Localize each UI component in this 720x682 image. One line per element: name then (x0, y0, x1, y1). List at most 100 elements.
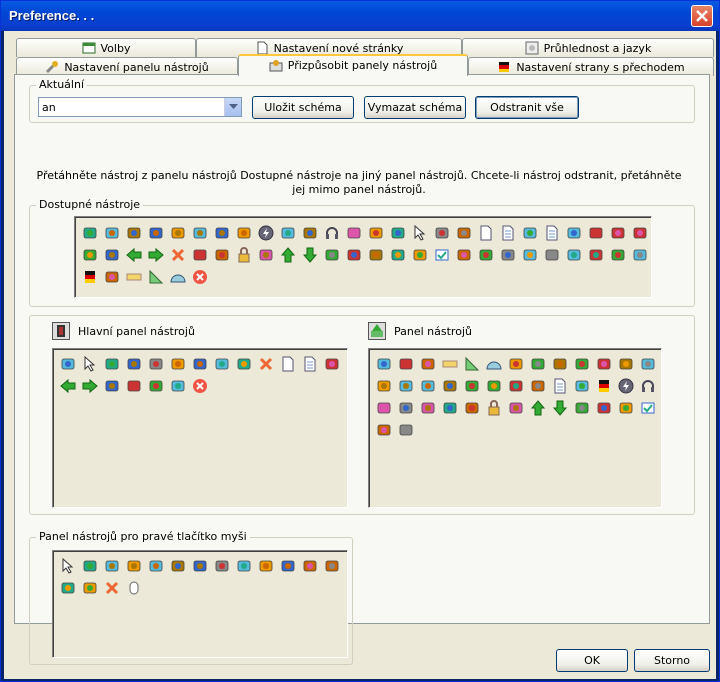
cut-paste-icon[interactable] (593, 353, 615, 375)
floppy-icon[interactable] (123, 375, 145, 397)
calendar-icon[interactable] (541, 244, 563, 266)
context-toolbar-box[interactable] (52, 550, 348, 658)
shapes-icon[interactable] (167, 353, 189, 375)
save-disk-icon[interactable] (343, 222, 365, 244)
calendar-icon[interactable] (395, 419, 417, 441)
compass-icon[interactable] (365, 222, 387, 244)
image-icon[interactable] (255, 244, 277, 266)
cut-save-icon[interactable] (497, 244, 519, 266)
flash-icon[interactable] (615, 375, 637, 397)
triangle-icon[interactable] (461, 353, 483, 375)
ruler-icon[interactable] (123, 266, 145, 288)
scheme-select[interactable]: an (38, 97, 242, 117)
canvas-icon[interactable] (607, 222, 629, 244)
pointer-icon[interactable] (79, 353, 101, 375)
floppy-icon[interactable] (189, 244, 211, 266)
remove-all-button[interactable]: Odstranit vše (475, 96, 579, 119)
check-window-icon[interactable] (637, 397, 659, 419)
camera-icon[interactable] (365, 244, 387, 266)
grid-table-icon[interactable] (101, 244, 123, 266)
dropdown-button[interactable] (224, 98, 241, 116)
pointer-icon[interactable] (57, 555, 79, 577)
bucket-icon[interactable] (629, 244, 651, 266)
delete-x-icon[interactable] (255, 353, 277, 375)
check-window-icon[interactable] (431, 244, 453, 266)
spray-icon[interactable] (123, 222, 145, 244)
image-stack-icon[interactable] (571, 353, 593, 375)
wand-icon[interactable] (79, 244, 101, 266)
brush-icon[interactable] (101, 222, 123, 244)
pointer-icon[interactable] (409, 222, 431, 244)
brush-icon[interactable] (145, 555, 167, 577)
ok-button[interactable]: OK (556, 649, 628, 672)
stamp-abc-icon[interactable] (277, 222, 299, 244)
grid-table-icon[interactable] (101, 375, 123, 397)
select-rect-icon[interactable] (321, 555, 343, 577)
cancel-icon[interactable] (189, 266, 211, 288)
spray-icon[interactable] (167, 555, 189, 577)
arrow-right-icon[interactable] (145, 244, 167, 266)
flash-icon[interactable] (255, 222, 277, 244)
stamp-icon[interactable] (615, 353, 637, 375)
dropper-icon[interactable] (189, 222, 211, 244)
brush-fill-icon[interactable] (461, 375, 483, 397)
brush-icon[interactable] (417, 375, 439, 397)
page-lines-icon[interactable] (541, 222, 563, 244)
text-size-icon[interactable] (453, 244, 475, 266)
page-icon[interactable] (475, 222, 497, 244)
pencil-icon[interactable] (79, 555, 101, 577)
headphones-icon[interactable] (321, 222, 343, 244)
toolbar-box[interactable] (368, 348, 662, 508)
cancel-icon[interactable] (189, 375, 211, 397)
pages-icon[interactable] (549, 375, 571, 397)
headphones-icon[interactable] (637, 375, 659, 397)
line-tool-icon[interactable] (145, 222, 167, 244)
image-icon[interactable] (417, 397, 439, 419)
shapes2-icon[interactable] (585, 222, 607, 244)
wand-icon[interactable] (483, 375, 505, 397)
triangle-icon[interactable] (145, 266, 167, 288)
main-toolbar-box[interactable] (52, 348, 348, 508)
stamp-person-icon[interactable] (417, 353, 439, 375)
protractor-icon[interactable] (167, 266, 189, 288)
clone-icon[interactable] (299, 222, 321, 244)
text-spell-icon[interactable] (167, 222, 189, 244)
arrow-right-icon[interactable] (79, 375, 101, 397)
pen-icon[interactable] (123, 353, 145, 375)
network-icon[interactable] (343, 244, 365, 266)
arrow-down-icon[interactable] (299, 244, 321, 266)
clear-scheme-button[interactable]: Vymazat schéma (364, 96, 466, 119)
network-icon[interactable] (593, 397, 615, 419)
title-bar[interactable]: Preference. . . (1, 1, 719, 31)
cancel-button[interactable]: Storno (634, 649, 710, 672)
gradient-icon[interactable] (593, 375, 615, 397)
bucket-icon[interactable] (637, 353, 659, 375)
cut-paste-icon[interactable] (629, 222, 651, 244)
gradient-icon[interactable] (79, 266, 101, 288)
lock-icon[interactable] (233, 244, 255, 266)
pencil-icon[interactable] (101, 353, 123, 375)
line-tool-icon[interactable] (189, 353, 211, 375)
loop-icon[interactable] (615, 397, 637, 419)
ruler-icon[interactable] (439, 353, 461, 375)
arrow-left-icon[interactable] (123, 244, 145, 266)
camera-icon[interactable] (549, 353, 571, 375)
brush-fill-icon[interactable] (607, 244, 629, 266)
canvas-icon[interactable] (321, 353, 343, 375)
pen-icon[interactable] (211, 222, 233, 244)
loop-icon[interactable] (409, 244, 431, 266)
lock-icon[interactable] (483, 397, 505, 419)
eraser-icon[interactable] (211, 555, 233, 577)
rotate-icon[interactable] (387, 244, 409, 266)
arrow-up-icon[interactable] (277, 244, 299, 266)
select-rect-icon[interactable] (453, 222, 475, 244)
text-spell-icon[interactable] (123, 555, 145, 577)
cut-save-icon[interactable] (395, 397, 417, 419)
image-icon[interactable] (505, 397, 527, 419)
tab-volby[interactable]: Volby (16, 38, 196, 57)
stamp-person-icon[interactable] (101, 266, 123, 288)
dropper-icon[interactable] (101, 555, 123, 577)
frame-window-icon[interactable] (519, 222, 541, 244)
pages-icon[interactable] (497, 222, 519, 244)
stamp-person-icon[interactable] (299, 555, 321, 577)
